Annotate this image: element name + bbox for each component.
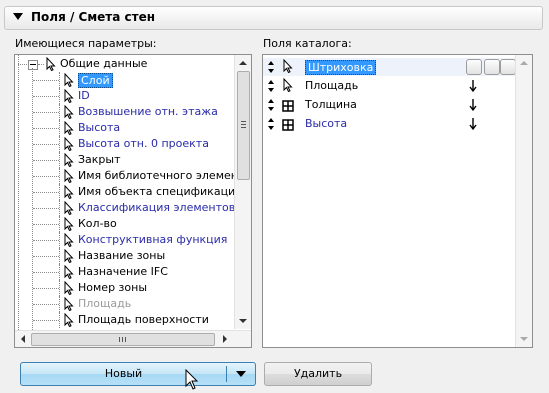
tree-item-label: Назначение IFC [78, 265, 168, 278]
tree-item-label: Слой [78, 73, 113, 88]
cursor-icon [46, 57, 56, 71]
tree-vertical-scrollbar[interactable] [234, 55, 251, 329]
field-option-button-1[interactable] [484, 59, 500, 75]
tree-item[interactable]: Имя объекта спецификации [15, 184, 242, 200]
new-button[interactable]: Новый [20, 362, 256, 386]
field-option-button-2[interactable] [500, 59, 516, 75]
scroll-left-icon[interactable] [15, 331, 31, 347]
reorder-arrows-icon[interactable] [267, 80, 275, 92]
tree-horizontal-scrollbar[interactable] [15, 330, 251, 347]
sort-descending-icon[interactable] [469, 98, 477, 112]
tree-item[interactable]: Номер зоны [15, 280, 233, 296]
tree-item[interactable]: Кол-во [15, 216, 233, 232]
catalog-field-label: Штриховка [305, 60, 377, 75]
tree-item-label: Возвышение отн. этажа [78, 105, 218, 118]
cursor-icon [64, 137, 74, 151]
tree-node-label: Общие данные [60, 57, 148, 70]
cursor-icon [64, 121, 74, 135]
tree-item[interactable]: Закрыт [15, 152, 233, 168]
cursor-icon [283, 59, 293, 73]
tree-item[interactable]: Название зоны [15, 248, 233, 264]
scroll-up-icon[interactable] [516, 55, 532, 71]
scroll-down-icon[interactable] [516, 331, 532, 347]
cursor-icon [64, 105, 74, 119]
cursor-icon [64, 217, 74, 231]
section-header-bar[interactable]: Поля / Смета стен [4, 6, 543, 30]
scroll-right-icon[interactable] [217, 331, 233, 347]
collapse-icon[interactable] [28, 60, 38, 70]
cursor-icon [64, 313, 74, 327]
tree-item[interactable]: Площадь поверхности [15, 312, 233, 328]
tree-item-label: Площадь [78, 297, 132, 310]
reorder-arrows-icon[interactable] [267, 99, 275, 111]
tree-item[interactable]: ID [15, 88, 233, 104]
tree-item-label: Высота отн. 0 проекта [78, 137, 209, 150]
scroll-thumb-horizontal[interactable] [31, 333, 215, 346]
catalog-fields-label: Поля каталога: [263, 37, 352, 50]
catalog-field-row[interactable]: Толщина [263, 96, 515, 114]
section-header: Поля / Смета стен [0, 0, 549, 34]
new-dropdown-button[interactable] [227, 363, 255, 385]
catalog-field-label: Толщина [305, 98, 357, 111]
cursor-icon [64, 169, 74, 183]
delete-button[interactable]: Удалить [264, 362, 372, 386]
sort-descending-icon[interactable] [469, 117, 477, 131]
tree-item[interactable]: Классификация элементов [15, 200, 236, 216]
cursor-icon [64, 201, 74, 215]
sort-order-button[interactable] [466, 59, 482, 75]
available-params-label: Имеющиеся параметры: [15, 37, 157, 50]
grid-icon [282, 119, 294, 131]
tree-item[interactable]: Высота [15, 120, 233, 136]
catalog-field-row[interactable]: Высота [263, 115, 515, 133]
tree-item[interactable]: Возвышение отн. этажа [15, 104, 233, 120]
cursor-icon [64, 297, 74, 311]
mouse-pointer-icon [185, 369, 199, 390]
tree-item-label: Закрыт [78, 153, 121, 166]
cursor-icon [64, 233, 74, 247]
cursor-icon [64, 89, 74, 103]
available-params-tree[interactable]: Общие данные Слой ID Возвышение отн. этажа В… [14, 54, 252, 348]
section-title: Поля / Смета стен [31, 10, 156, 24]
tree-item[interactable]: Имя библиотечного элемента [15, 168, 251, 184]
sort-descending-icon[interactable] [469, 79, 477, 93]
tree-item-label: Название зоны [78, 249, 166, 262]
tree-item[interactable]: Высота отн. 0 проекта [15, 136, 233, 152]
catalog-vertical-scrollbar[interactable] [515, 55, 532, 347]
catalog-field-label: Высота [305, 117, 348, 130]
tree-item-label: Площадь поверхности [78, 313, 209, 326]
cursor-icon [283, 78, 293, 92]
grid-icon [282, 100, 294, 112]
tree-item-label: Имя объекта спецификации [78, 185, 243, 198]
cursor-icon [64, 185, 74, 199]
tree-item-label: ID [78, 89, 90, 102]
cursor-icon [64, 153, 74, 167]
cursor-icon [64, 265, 74, 279]
tree-item[interactable]: Площадь [15, 296, 233, 312]
scroll-thumb[interactable] [237, 71, 250, 180]
tree-item[interactable]: Назначение IFC [15, 264, 233, 280]
tree-item-label: Классификация элементов [78, 201, 236, 214]
tree-item-label: Номер зоны [78, 281, 148, 294]
scroll-up-icon[interactable] [235, 55, 251, 71]
cursor-icon [64, 281, 74, 295]
chevron-down-icon [236, 371, 246, 377]
tree-item-label: Высота [78, 121, 121, 134]
catalog-fields-list[interactable]: Штриховка Площадь Толщина Высота [262, 54, 533, 348]
tree-item-label: Конструктивная функция [78, 233, 228, 246]
tree-item-label: Кол-во [78, 217, 117, 230]
scroll-down-icon[interactable] [235, 313, 251, 329]
tree-item[interactable]: Конструктивная функция [15, 232, 233, 248]
catalog-field-label: Площадь [305, 79, 359, 92]
cursor-icon [64, 73, 74, 87]
collapse-arrow-icon[interactable] [13, 13, 23, 20]
tree-item-label: Имя библиотечного элемента [78, 169, 252, 182]
tree-item[interactable]: Слой [15, 72, 233, 88]
reorder-arrows-icon[interactable] [267, 61, 275, 73]
cursor-icon [64, 249, 74, 263]
reorder-arrows-icon[interactable] [267, 118, 275, 130]
catalog-field-row[interactable]: Площадь [263, 77, 515, 95]
